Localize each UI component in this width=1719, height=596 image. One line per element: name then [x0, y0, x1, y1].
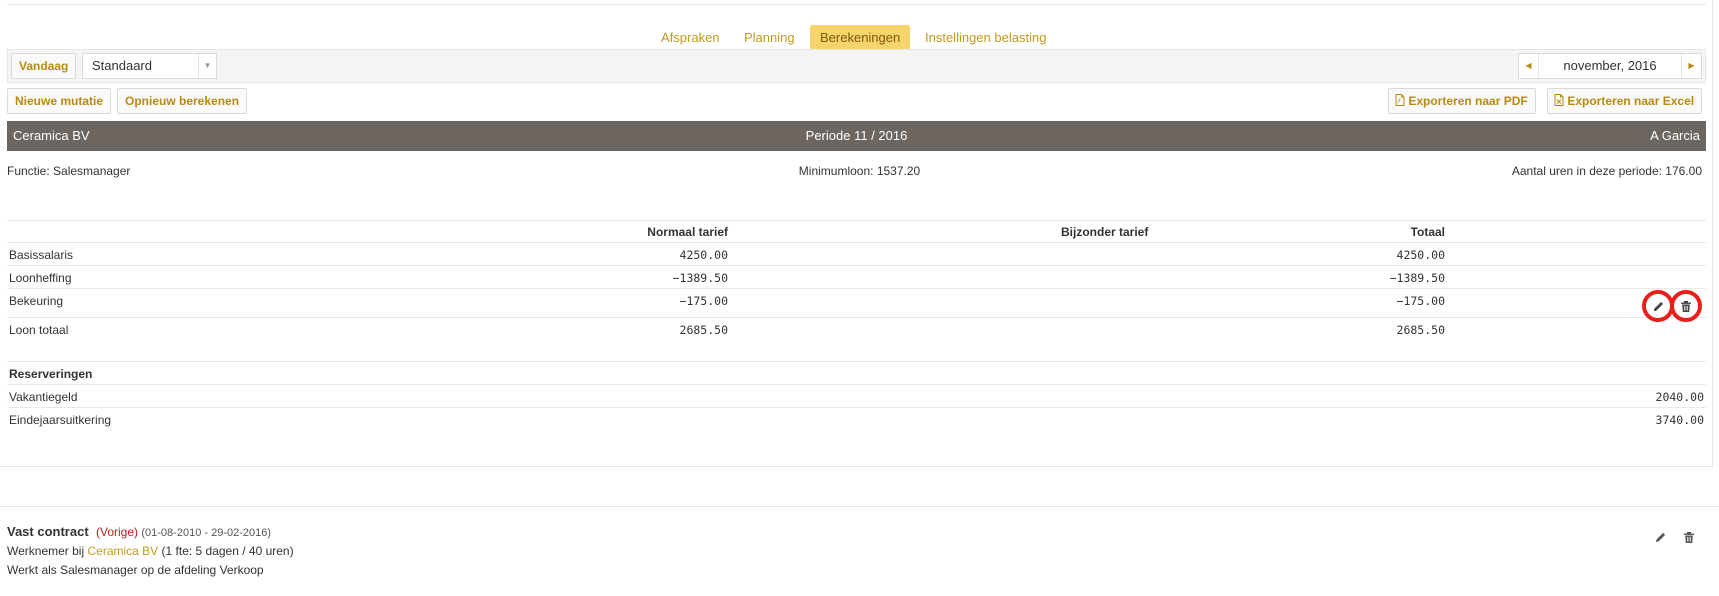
contract-title: Vast contract: [7, 524, 89, 539]
row-value: 2040.00: [1655, 390, 1704, 404]
tab-afspraken[interactable]: Afspraken: [651, 25, 730, 50]
top-divider: [7, 4, 1706, 5]
period-value[interactable]: november, 2016: [1539, 54, 1681, 78]
employer-prefix: Werknemer bij: [7, 544, 85, 558]
table-row: Bekeuring −175.00 −175.00: [7, 289, 1706, 318]
row-total-value: 4250.00: [1396, 248, 1445, 262]
table-header-row: Normaal tarief Bijzonder tarief Totaal: [7, 220, 1706, 243]
row-total-value: 2685.50: [1396, 323, 1445, 337]
reservations-header-row: Reserveringen: [7, 362, 1706, 385]
row-label: Eindejaarsuitkering: [9, 413, 112, 427]
export-excel-label: Exporteren naar Excel: [1567, 94, 1695, 108]
pencil-icon: [1653, 301, 1663, 311]
recalculate-button[interactable]: Opnieuw berekenen: [117, 88, 248, 114]
contract-description: Werkt als Salesmanager op de afdeling Ve…: [7, 563, 264, 577]
row-label: Bekeuring: [9, 294, 64, 308]
tab-bar: Afspraken Planning Berekeningen Instelli…: [0, 25, 1719, 50]
employee-name: A Garcia: [1650, 128, 1700, 143]
contract-dates: (01-08-2010 - 29-02-2016): [141, 527, 272, 539]
contract-fte: (1 fte: 5 dagen / 40 uren): [161, 544, 294, 558]
contract-status: (Vorige): [96, 525, 139, 539]
caret-down-icon[interactable]: ▼: [198, 54, 216, 78]
row-label: Vakantiegeld: [9, 390, 78, 404]
row-normal-value: −175.00: [679, 294, 728, 308]
row-label: Loon totaal: [9, 323, 69, 337]
row-normal-value: 2685.50: [679, 323, 728, 337]
export-excel-button[interactable]: Exporteren naar Excel: [1547, 88, 1703, 114]
row-total-value: −1389.50: [1389, 271, 1445, 285]
row-label: Basissalaris: [9, 248, 74, 262]
tab-planning[interactable]: Planning: [734, 25, 805, 50]
view-select[interactable]: Standaard ▼: [82, 53, 217, 79]
table-row: Loon totaal 2685.50 2685.50: [7, 318, 1706, 362]
contract-employer-line: Werknemer bij Ceramica BV (1 fte: 5 dage…: [7, 544, 294, 558]
table-row: Loonheffing −1389.50 −1389.50: [7, 266, 1706, 289]
delete-mutation-button[interactable]: [1670, 290, 1702, 322]
trash-icon: [1681, 300, 1691, 312]
table-row: Vakantiegeld 2040.00: [7, 385, 1706, 408]
table-row: Basissalaris 4250.00 4250.00: [7, 243, 1706, 266]
row-value: 3740.00: [1655, 413, 1704, 427]
contract-card: Vast contract (Vorige) (01-08-2010 - 29-…: [0, 506, 1719, 596]
action-bar: Nieuwe mutatie Opnieuw berekenen Exporte…: [7, 87, 1706, 117]
today-button[interactable]: Vandaag: [11, 53, 77, 79]
column-normal-rate: Normaal tarief: [647, 225, 728, 239]
contract-title-line: Vast contract (Vorige) (01-08-2010 - 29-…: [7, 524, 271, 539]
view-select-value: Standaard: [92, 58, 152, 73]
minimum-wage-info: Minimumloon: 1537.20: [798, 164, 921, 178]
period-title: Periode 11 / 2016: [805, 128, 908, 143]
pdf-file-icon: [1395, 94, 1405, 106]
chevron-left-icon[interactable]: ◀: [1519, 54, 1539, 78]
table-row: Eindejaarsuitkering 3740.00: [7, 408, 1706, 431]
export-pdf-button[interactable]: Exporteren naar PDF: [1388, 88, 1536, 114]
pencil-icon[interactable]: [1654, 531, 1667, 544]
row-normal-value: −1389.50: [672, 271, 728, 285]
row-label: Loonheffing: [9, 271, 72, 285]
chevron-right-icon[interactable]: ▶: [1681, 54, 1701, 78]
employer-link[interactable]: Ceramica BV: [87, 544, 158, 558]
hours-info: Aantal uren in deze periode: 176.00: [1511, 164, 1702, 178]
period-picker: ◀ november, 2016 ▶: [1518, 53, 1702, 79]
trash-icon[interactable]: [1683, 531, 1695, 544]
export-pdf-label: Exporteren naar PDF: [1408, 94, 1528, 108]
payslip-header: Ceramica BV Periode 11 / 2016 A Garcia: [7, 121, 1706, 151]
tab-instellingen-belasting[interactable]: Instellingen belasting: [915, 25, 1056, 50]
excel-file-icon: [1554, 94, 1564, 106]
reservations-title: Reserveringen: [9, 367, 93, 381]
toolbar: Vandaag Standaard ▼ ◀ november, 2016 ▶: [7, 49, 1706, 83]
column-total: Totaal: [1410, 225, 1445, 239]
row-normal-value: 4250.00: [679, 248, 728, 262]
tab-berekeningen[interactable]: Berekeningen: [810, 25, 911, 50]
new-mutation-button[interactable]: Nieuwe mutatie: [7, 88, 112, 114]
row-total-value: −175.00: [1396, 294, 1445, 308]
column-special-rate: Bijzonder tarief: [1061, 225, 1149, 239]
